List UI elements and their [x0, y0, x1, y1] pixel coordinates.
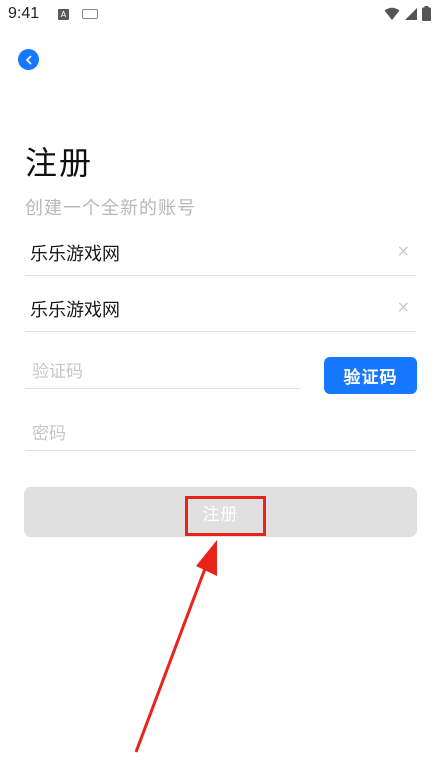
keyboard-icon: [82, 9, 98, 19]
status-time: 9:41: [8, 5, 40, 22]
chevron-left-icon: [25, 55, 31, 64]
username-field[interactable]: 乐乐游戏网 ×: [25, 234, 416, 276]
clear-icon[interactable]: ×: [397, 241, 410, 260]
code-field[interactable]: 验证码: [25, 347, 300, 389]
code-placeholder: 验证码: [32, 362, 83, 382]
password-placeholder: 密码: [32, 424, 66, 444]
clear-icon[interactable]: ×: [397, 297, 410, 316]
highlight-box: [185, 496, 266, 536]
password-field[interactable]: 密码: [25, 409, 416, 451]
wifi-icon: [384, 7, 400, 20]
back-button[interactable]: [18, 49, 39, 70]
status-bar: 9:41 A: [0, 0, 441, 32]
page-subtitle: 创建一个全新的账号: [25, 198, 196, 219]
phone-field[interactable]: 乐乐游戏网 ×: [25, 290, 416, 332]
status-icons: [384, 6, 431, 21]
phone-value: 乐乐游戏网: [30, 300, 120, 321]
username-value: 乐乐游戏网: [30, 244, 120, 265]
signal-icon: [405, 7, 417, 20]
a-icon: A: [58, 9, 69, 20]
get-code-button[interactable]: 验证码: [324, 357, 417, 394]
battery-icon: [422, 6, 431, 21]
page-title: 注册: [25, 144, 94, 182]
